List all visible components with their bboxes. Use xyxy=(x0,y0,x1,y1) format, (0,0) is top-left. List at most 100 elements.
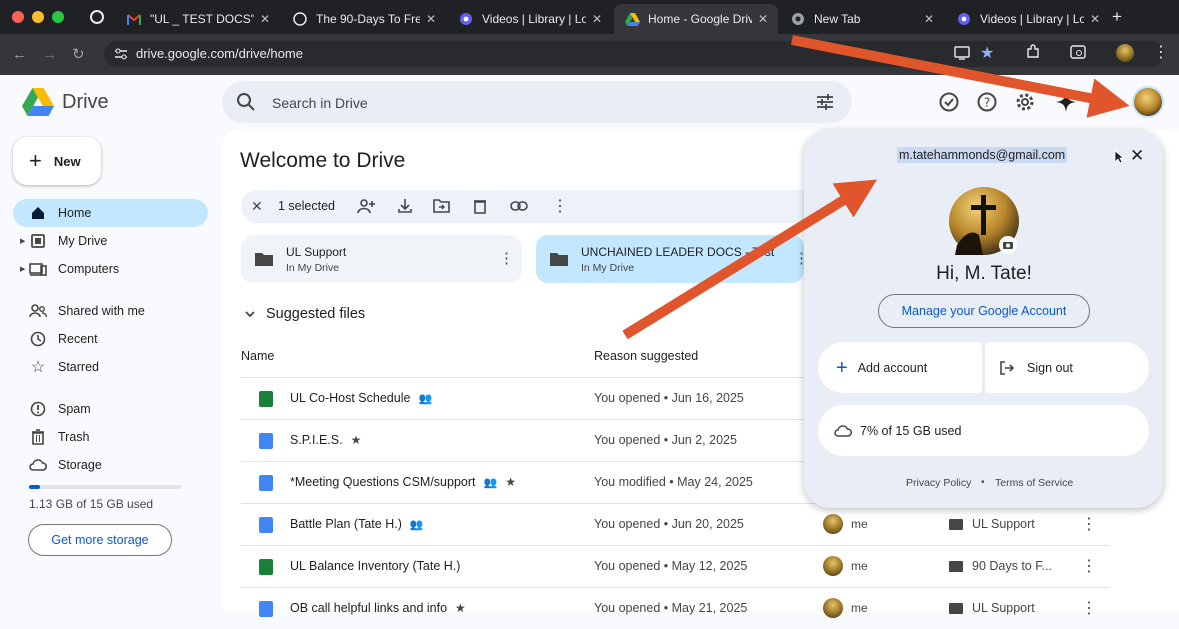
file-row[interactable]: UL Balance Inventory (Tate H.) You opened… xyxy=(241,545,1110,587)
row-more-icon[interactable]: ⋮ xyxy=(1081,514,1097,534)
tab-90-days[interactable]: The 90-Days To Free ✕ xyxy=(282,4,446,34)
file-name: UL Balance Inventory (Tate H.) xyxy=(290,559,461,573)
install-app-icon[interactable] xyxy=(954,46,970,60)
owner-name: me xyxy=(851,517,868,531)
sidebar-item-computers[interactable]: Computers xyxy=(13,255,208,283)
new-tab-button[interactable]: + xyxy=(1112,7,1122,27)
gemini-spark-icon[interactable] xyxy=(1055,91,1077,113)
manage-account-button[interactable]: Manage your Google Account xyxy=(878,294,1090,328)
clear-selection-icon[interactable]: ✕ xyxy=(251,198,263,215)
delete-icon[interactable] xyxy=(473,198,487,214)
folder-icon xyxy=(949,560,963,572)
tab-loom-1[interactable]: Videos | Library | Loo ✕ xyxy=(448,4,612,34)
change-photo-camera-icon[interactable] xyxy=(999,236,1017,254)
forward-icon[interactable]: → xyxy=(42,46,57,63)
close-popup-icon[interactable]: ✕ xyxy=(1130,146,1144,166)
close-window-button[interactable] xyxy=(12,11,24,23)
reason-suggested: You opened • May 21, 2025 xyxy=(594,601,748,615)
back-icon[interactable]: ← xyxy=(12,46,27,63)
maximize-window-button[interactable] xyxy=(52,11,64,23)
row-more-icon[interactable]: ⋮ xyxy=(1081,556,1097,576)
clock-icon xyxy=(29,330,47,348)
close-tab-icon[interactable]: ✕ xyxy=(426,12,436,26)
sign-out-button[interactable]: Sign out xyxy=(985,342,1149,393)
close-tab-icon[interactable]: ✕ xyxy=(260,12,270,26)
sidebar-item-home[interactable]: Home xyxy=(13,199,208,227)
expand-my-drive-icon[interactable]: ▶ xyxy=(20,237,25,245)
file-row[interactable]: OB call helpful links and info ★ You opene… xyxy=(241,587,1110,629)
column-header-reason[interactable]: Reason suggested xyxy=(594,349,698,363)
sidebar-item-spam[interactable]: Spam xyxy=(13,395,208,423)
folder-card-unchained-leader-docs[interactable]: UNCHAINED LEADER DOCS - Test In My Drive… xyxy=(536,235,804,283)
site-settings-icon[interactable] xyxy=(114,48,128,60)
reason-suggested: You opened • Jun 2, 2025 xyxy=(594,433,737,447)
my-drive-icon xyxy=(29,232,47,250)
add-account-button[interactable]: + Add account xyxy=(818,342,982,393)
gmail-icon xyxy=(126,11,142,27)
reason-suggested: You opened • May 12, 2025 xyxy=(594,559,748,573)
download-icon[interactable] xyxy=(397,198,413,214)
folder-icon xyxy=(949,518,963,530)
close-tab-icon[interactable]: ✕ xyxy=(1090,12,1100,26)
tab-search-icon[interactable] xyxy=(1070,45,1086,59)
url-bar[interactable]: drive.google.com/drive/home ★ xyxy=(104,41,1164,67)
settings-gear-icon[interactable] xyxy=(1014,91,1036,113)
sidebar-item-starred[interactable]: ☆ Starred xyxy=(13,353,208,381)
card-more-icon[interactable]: ⋮ xyxy=(794,249,804,267)
cloud-icon xyxy=(834,424,852,437)
browser-profile-avatar[interactable] xyxy=(1116,44,1134,62)
account-avatar-button[interactable] xyxy=(1132,86,1164,118)
new-button[interactable]: + New xyxy=(13,137,101,185)
sign-out-icon xyxy=(999,360,1015,376)
sidebar-item-shared[interactable]: Shared with me xyxy=(13,297,208,325)
expand-computers-icon[interactable]: ▶ xyxy=(20,265,25,273)
tab-gmail[interactable]: "UL _ TEST DOCS" - ✕ xyxy=(116,4,280,34)
terms-of-service-link[interactable]: Terms of Service xyxy=(995,477,1073,489)
file-location[interactable]: UL Support xyxy=(949,601,1035,615)
minimize-window-button[interactable] xyxy=(32,11,44,23)
sidebar-item-trash[interactable]: Trash xyxy=(13,423,208,451)
file-row[interactable]: Battle Plan (Tate H.) 👥 You opened • Jun 2… xyxy=(241,503,1110,545)
privacy-policy-link[interactable]: Privacy Policy xyxy=(906,477,971,489)
search-options-icon[interactable] xyxy=(816,93,834,111)
move-to-folder-icon[interactable] xyxy=(433,199,450,213)
offline-ready-icon[interactable] xyxy=(938,91,960,113)
tab-new-tab[interactable]: New Tab ✕ xyxy=(780,4,944,34)
close-tab-icon[interactable]: ✕ xyxy=(758,12,768,26)
close-tab-icon[interactable]: ✕ xyxy=(924,12,934,26)
reason-suggested: You modified • May 24, 2025 xyxy=(594,475,753,489)
folder-card-ul-support[interactable]: UL Support In My Drive ⋮ xyxy=(241,235,522,283)
suggested-files-heading[interactable]: Suggested files xyxy=(266,306,365,322)
copy-link-icon[interactable] xyxy=(510,200,528,212)
row-more-icon[interactable]: ⋮ xyxy=(1081,598,1097,618)
google-docs-icon xyxy=(259,601,273,617)
close-tab-icon[interactable]: ✕ xyxy=(592,12,602,26)
tab-loom-2[interactable]: Videos | Library | Loo ✕ xyxy=(946,4,1110,34)
more-actions-icon[interactable]: ⋮ xyxy=(552,196,568,216)
reload-icon[interactable]: ↻ xyxy=(72,45,85,63)
file-location[interactable]: 90 Days to F... xyxy=(949,559,1052,573)
tab-google-drive[interactable]: Home - Google Drive ✕ xyxy=(614,4,778,34)
help-icon[interactable]: ? xyxy=(976,91,998,113)
card-more-icon[interactable]: ⋮ xyxy=(499,249,514,267)
extensions-icon[interactable] xyxy=(1025,44,1041,60)
sidebar-item-storage[interactable]: Storage xyxy=(13,451,208,479)
browser-menu-icon[interactable]: ⋮ xyxy=(1153,42,1169,62)
bookmark-star-icon[interactable]: ★ xyxy=(980,41,994,67)
file-location[interactable]: UL Support xyxy=(949,517,1035,531)
loom-icon xyxy=(956,11,972,27)
search-icon[interactable] xyxy=(236,92,256,112)
storage-progress-fill xyxy=(29,485,40,489)
record-icon[interactable] xyxy=(90,10,104,24)
sidebar-item-recent[interactable]: Recent xyxy=(13,325,208,353)
loom-icon xyxy=(458,11,474,27)
reason-suggested: You opened • Jun 16, 2025 xyxy=(594,391,744,405)
drive-logo-icon[interactable] xyxy=(22,88,54,116)
share-person-add-icon[interactable] xyxy=(357,198,375,214)
column-header-name[interactable]: Name xyxy=(241,349,274,363)
svg-text:?: ? xyxy=(984,96,990,110)
get-more-storage-button[interactable]: Get more storage xyxy=(28,524,172,556)
sidebar-item-my-drive[interactable]: My Drive xyxy=(13,227,208,255)
account-storage-button[interactable]: 7% of 15 GB used xyxy=(818,405,1149,456)
collapse-chevron-icon[interactable] xyxy=(243,307,257,321)
